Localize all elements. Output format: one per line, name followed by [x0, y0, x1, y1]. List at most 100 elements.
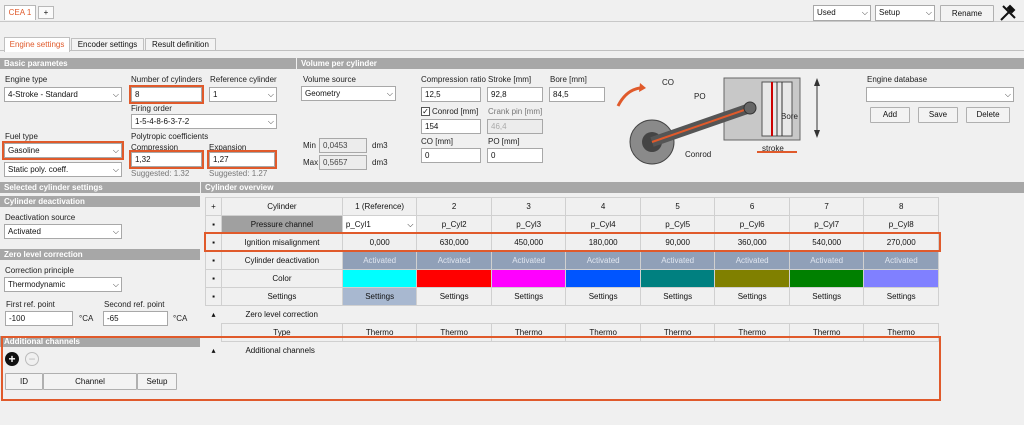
type-cell-5[interactable]: Thermo [639, 323, 716, 342]
pressure-cell-5[interactable]: p_Cyl5 [639, 215, 716, 234]
deact-cell-2[interactable]: Activated [416, 251, 492, 270]
engine-type-dropdown[interactable]: 4-Stroke - Standard ⌵ [4, 87, 122, 102]
used-dropdown[interactable]: Used ⌵ [813, 5, 871, 21]
pressure-channel-label: Pressure channel [220, 215, 343, 234]
firing-order-dropdown[interactable]: 1-5-4-8-6-3-7-2 ⌵ [131, 114, 277, 129]
color-swatch-5[interactable] [639, 269, 716, 288]
collapse-additional-icon[interactable]: ▴ [206, 342, 222, 360]
settings-button-6[interactable]: Settings [714, 287, 790, 306]
conrod-input[interactable]: 154 [421, 119, 481, 134]
col-cyl-5: 5 [639, 197, 716, 216]
pressure-cell-8[interactable]: p_Cyl8 [863, 215, 939, 234]
deact-cell-5[interactable]: Activated [639, 251, 716, 270]
save-engine-button[interactable]: Save [918, 107, 958, 123]
ignition-cell-6[interactable]: 360,000 [714, 233, 790, 252]
rename-button[interactable]: Rename [940, 5, 994, 22]
pressure-cell-3[interactable]: p_Cyl3 [490, 215, 567, 234]
expansion-input[interactable]: 1,27 [209, 152, 275, 167]
pressure-cell-4[interactable]: p_Cyl4 [565, 215, 641, 234]
compression-input[interactable]: 1,32 [131, 152, 202, 167]
engine-db-dropdown[interactable]: ⌵ [866, 87, 1014, 102]
ignition-cell-3[interactable]: 450,000 [490, 233, 567, 252]
num-cyl-label: Number of cylinders [131, 75, 203, 84]
fuel-type-dropdown[interactable]: Gasoline ⌵ [4, 143, 122, 158]
col-cyl-7: 7 [788, 197, 865, 216]
co-input[interactable]: 0 [421, 148, 481, 163]
chevron-down-icon: ⌵ [386, 89, 393, 98]
volume-source-dropdown[interactable]: Geometry ⌵ [301, 86, 396, 101]
static-poly-dropdown[interactable]: Static poly. coeff. ⌵ [4, 162, 122, 177]
deact-cell-3[interactable]: Activated [490, 251, 567, 270]
max-label: Max [303, 158, 319, 167]
tools-icon[interactable] [998, 3, 1018, 23]
settings-button-3[interactable]: Settings [490, 287, 567, 306]
add-engine-button[interactable]: Add [870, 107, 910, 123]
col-id[interactable]: ID [5, 373, 43, 390]
po-input[interactable]: 0 [487, 148, 543, 163]
add-channel-icon[interactable]: + [5, 352, 19, 366]
add-tab-button[interactable]: + [38, 6, 54, 19]
compression-suggested: Suggested: 1.32 [131, 169, 190, 178]
deact-cell-6[interactable]: Activated [714, 251, 790, 270]
ignition-cell-2[interactable]: 630,000 [416, 233, 492, 252]
color-swatch-4[interactable] [565, 269, 641, 288]
settings-button-2[interactable]: Settings [416, 287, 492, 306]
type-cell-6[interactable]: Thermo [714, 323, 790, 342]
type-cell-3[interactable]: Thermo [490, 323, 567, 342]
ref-cyl-dropdown[interactable]: 1 ⌵ [209, 87, 277, 102]
color-swatch-8[interactable] [863, 269, 939, 288]
num-cyl-input[interactable]: 8 [131, 87, 202, 102]
col-setup[interactable]: Setup [137, 373, 177, 390]
delete-engine-button[interactable]: Delete [966, 107, 1010, 123]
deact-cell-4[interactable]: Activated [565, 251, 641, 270]
cr-input[interactable]: 12,5 [421, 87, 481, 102]
principle-dropdown[interactable]: Thermodynamic ⌵ [4, 277, 122, 292]
ignition-cell-8[interactable]: 270,000 [863, 233, 939, 252]
color-swatch-7[interactable] [788, 269, 865, 288]
tab-encoder-settings[interactable]: Encoder settings [71, 38, 144, 51]
type-cell-8[interactable]: Thermo [863, 323, 939, 342]
bore-input[interactable]: 84,5 [549, 87, 605, 102]
ignition-cell-4[interactable]: 180,000 [565, 233, 641, 252]
type-cell-2[interactable]: Thermo [416, 323, 492, 342]
pressure-cell-6[interactable]: p_Cyl6 [714, 215, 790, 234]
fuel-type-value: Gasoline [8, 146, 40, 155]
type-cell-4[interactable]: Thermo [565, 323, 641, 342]
color-swatch-2[interactable] [416, 269, 492, 288]
deact-source-dropdown[interactable]: Activated ⌵ [4, 224, 122, 239]
tab-engine-settings[interactable]: Engine settings [4, 37, 70, 52]
remove-channel-icon[interactable]: − [25, 352, 39, 366]
ignition-cell-1[interactable]: 0,000 [341, 233, 418, 252]
collapse-zero-icon[interactable]: ▴ [206, 306, 222, 324]
pressure-cell-2[interactable]: p_Cyl2 [416, 215, 492, 234]
settings-button-8[interactable]: Settings [863, 287, 939, 306]
deact-cell-7[interactable]: Activated [788, 251, 865, 270]
tab-cea1[interactable]: CEA 1 [4, 5, 36, 20]
setup-dropdown[interactable]: Setup ⌵ [875, 5, 935, 21]
chevron-down-icon: ⌵ [1004, 90, 1011, 99]
deact-cell-1[interactable]: Activated [341, 251, 418, 270]
pressure-cell-1[interactable]: p_Cyl1 ⌵ [341, 215, 418, 234]
settings-button-7[interactable]: Settings [788, 287, 865, 306]
deact-cell-8[interactable]: Activated [863, 251, 939, 270]
cylinder-overview-table: + Cylinder 1 (Reference) 2 3 4 5 6 7 8 ▪… [205, 197, 939, 360]
col-channel[interactable]: Channel [43, 373, 137, 390]
ignition-cell-5[interactable]: 90,000 [639, 233, 716, 252]
first-ref-input[interactable]: -100 [5, 311, 73, 326]
tab-result-definition[interactable]: Result definition [145, 38, 216, 51]
conrod-checkbox[interactable]: ✓ [421, 107, 430, 116]
color-swatch-3[interactable] [490, 269, 567, 288]
type-cell-1[interactable]: Thermo [341, 323, 418, 342]
color-swatch-1[interactable] [341, 269, 418, 288]
type-cell-7[interactable]: Thermo [788, 323, 865, 342]
color-swatch-6[interactable] [714, 269, 790, 288]
second-ref-input[interactable]: -65 [103, 311, 168, 326]
settings-button-5[interactable]: Settings [639, 287, 716, 306]
pressure-cell-7[interactable]: p_Cyl7 [788, 215, 865, 234]
max-value: 0,5657 [319, 155, 367, 170]
expand-all-icon[interactable]: + [205, 197, 222, 216]
stroke-input[interactable]: 92,8 [487, 87, 543, 102]
ignition-cell-7[interactable]: 540,000 [788, 233, 865, 252]
settings-button-4[interactable]: Settings [565, 287, 641, 306]
settings-button-1[interactable]: Settings [341, 287, 418, 306]
